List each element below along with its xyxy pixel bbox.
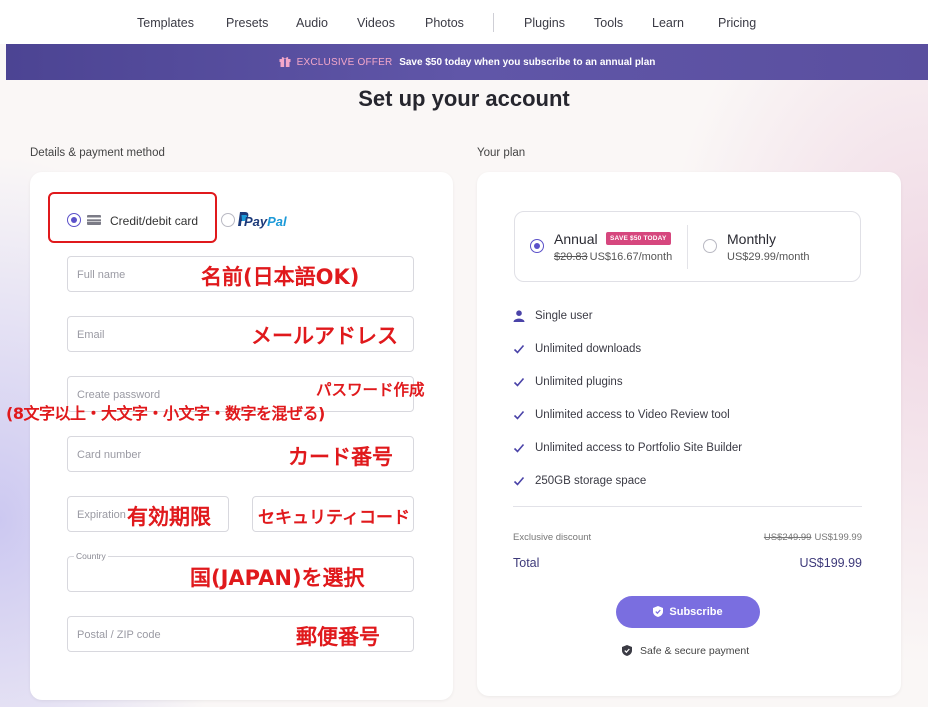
annual-plan-price: $20.83 US$16.67/month: [554, 251, 672, 263]
annotation-security-code: セキュリティコード: [258, 508, 410, 528]
details-section-label: Details & payment method: [30, 147, 165, 159]
plan-divider: [687, 225, 688, 269]
offer-banner: EXCLUSIVE OFFER Save $50 today when you …: [6, 44, 928, 80]
annotation-full-name: 名前(日本語OK): [201, 265, 360, 289]
annual-plan-radio[interactable]: [530, 239, 544, 253]
user-icon: [513, 310, 525, 322]
discount-value: US$249.99 US$199.99: [764, 532, 862, 543]
annotation-password-rules: (8文字以上・大文字・小文字・数字を混ぜる): [6, 404, 325, 423]
nav-item-presets[interactable]: Presets: [226, 16, 268, 30]
credit-card-icon: [87, 215, 101, 225]
save-badge: SAVE $50 TODAY: [606, 232, 671, 245]
annotation-password-title: パスワード作成: [316, 381, 425, 399]
subscribe-button[interactable]: Subscribe: [616, 596, 760, 628]
check-icon: [513, 344, 525, 354]
paypal-logo[interactable]: PayPal: [244, 214, 287, 229]
monthly-plan-price: US$29.99/month: [727, 251, 810, 263]
nav-item-templates[interactable]: Templates: [137, 16, 194, 30]
monthly-plan-name[interactable]: Monthly: [727, 231, 776, 247]
full-name-placeholder: Full name: [77, 269, 126, 281]
annotation-postal: 郵便番号: [296, 625, 380, 649]
check-icon: [513, 476, 525, 486]
offer-tag: EXCLUSIVE OFFER: [296, 57, 393, 68]
annotation-country: 国(JAPAN)を選択: [190, 566, 365, 590]
annual-old-price: $20.83: [554, 251, 588, 263]
expiration-placeholder: Expiration: [77, 509, 126, 521]
check-icon: [513, 410, 525, 420]
nav-item-videos[interactable]: Videos: [357, 16, 395, 30]
discount-old-price: US$249.99: [763, 532, 812, 543]
feature-text: 250GB storage space: [535, 475, 647, 487]
nav-item-plugins[interactable]: Plugins: [524, 16, 565, 30]
nav-item-tools[interactable]: Tools: [594, 16, 623, 30]
nav-item-learn[interactable]: Learn: [652, 16, 684, 30]
nav-item-pricing[interactable]: Pricing: [718, 16, 756, 30]
plan-section-label: Your plan: [477, 147, 526, 159]
card-method-radio[interactable]: [67, 213, 81, 227]
secure-payment-note: Safe & secure payment: [622, 644, 750, 657]
feature-text: Unlimited downloads: [535, 343, 642, 355]
annotation-email: メールアドレス: [251, 324, 398, 348]
top-nav: Templates Presets Audio Videos Photos Pl…: [0, 0, 928, 44]
feature-text: Unlimited access to Video Review tool: [535, 409, 730, 421]
discount-new-price: US$199.99: [814, 532, 862, 543]
feature-text: Unlimited access to Portfolio Site Build…: [535, 442, 743, 454]
shield-check-icon: [622, 644, 632, 656]
secure-payment-label: Safe & secure payment: [640, 645, 750, 657]
page-title: Set up your account: [358, 86, 570, 111]
summary-divider: [513, 506, 862, 507]
discount-label: Exclusive discount: [513, 532, 592, 543]
check-icon: [513, 443, 525, 453]
postal-placeholder: Postal / ZIP code: [77, 629, 161, 641]
total-value: US$199.99: [799, 556, 862, 570]
annual-new-price: US$16.67/month: [589, 251, 673, 263]
monthly-plan-radio[interactable]: [703, 239, 717, 253]
nav-separator: [493, 13, 494, 32]
gift-icon: [279, 56, 291, 67]
offer-message: Save $50 today when you subscribe to an …: [399, 57, 656, 68]
subscribe-label: Subscribe: [669, 606, 723, 618]
shield-check-icon: [653, 605, 664, 617]
feature-text: Single user: [535, 310, 593, 322]
annual-plan-name[interactable]: Annual: [554, 231, 598, 247]
country-legend: Country: [74, 551, 108, 561]
paypal-method-radio[interactable]: [221, 213, 235, 227]
nav-item-photos[interactable]: Photos: [425, 16, 464, 30]
nav-item-audio[interactable]: Audio: [296, 16, 328, 30]
annotation-expiration: 有効期限: [127, 505, 211, 529]
email-placeholder: Email: [77, 329, 105, 341]
card-method-label[interactable]: Credit/debit card: [110, 214, 198, 228]
total-label: Total: [513, 556, 540, 570]
annotation-card-number: カード番号: [288, 445, 393, 469]
card-number-placeholder: Card number: [77, 449, 142, 461]
feature-text: Unlimited plugins: [535, 376, 623, 388]
check-icon: [513, 377, 525, 387]
